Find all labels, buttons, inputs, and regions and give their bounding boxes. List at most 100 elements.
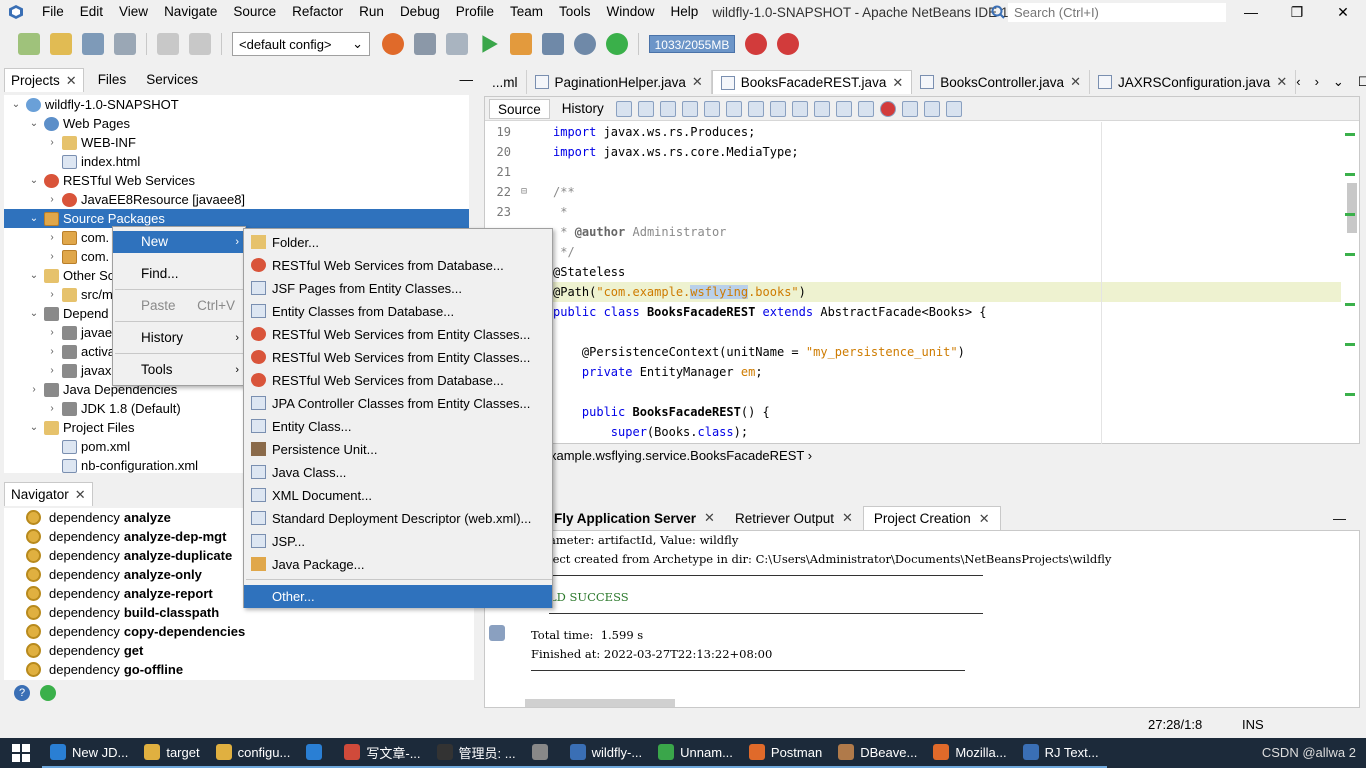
history-button[interactable]: History	[554, 99, 612, 119]
close-icon[interactable]: ✕	[75, 483, 86, 507]
close-icon[interactable]: ✕	[892, 75, 903, 91]
submenu-item[interactable]: JSF Pages from Entity Classes...	[244, 277, 552, 300]
collapsed-icon[interactable]: ›	[46, 285, 58, 304]
tab-wildfly-server[interactable]: Fly Application Server ✕	[544, 506, 725, 530]
save-all-icon[interactable]	[114, 33, 136, 55]
tree-item[interactable]: index.html	[4, 152, 469, 171]
expanded-icon[interactable]: ⌄	[28, 304, 40, 323]
taskbar-app[interactable]: 管理员: ...	[428, 738, 524, 768]
submenu-item[interactable]: Persistence Unit...	[244, 438, 552, 461]
menu-item-new[interactable]: New ›	[113, 231, 245, 253]
editor-tab[interactable]: JAXRSConfiguration.java ✕	[1090, 70, 1297, 94]
submenu-item[interactable]: RESTful Web Services from Database...	[244, 254, 552, 277]
close-icon[interactable]: ✕	[66, 69, 77, 93]
memory-indicator[interactable]: 1033/2055MB	[649, 35, 735, 53]
close-icon[interactable]: ✕	[842, 510, 853, 526]
collapsed-icon[interactable]: ›	[46, 361, 58, 380]
close-icon[interactable]: ✕	[1276, 74, 1287, 90]
expanded-icon[interactable]: ⌄	[28, 114, 40, 133]
close-icon[interactable]: ✕	[692, 74, 703, 90]
reload-icon[interactable]	[510, 33, 532, 55]
output-settings-icon[interactable]	[489, 625, 505, 641]
chevron-left-icon[interactable]: ‹	[1296, 74, 1300, 90]
maximize-icon[interactable]: ❐	[1274, 0, 1320, 24]
toggle-bookmark-icon[interactable]	[769, 100, 786, 117]
expanded-icon[interactable]: ⌄	[10, 95, 22, 114]
menu-window[interactable]: Window	[599, 0, 663, 24]
open-project-icon[interactable]	[82, 33, 104, 55]
collapsed-icon[interactable]: ›	[46, 133, 58, 152]
expanded-icon[interactable]: ⌄	[28, 266, 40, 285]
search-input[interactable]	[1008, 2, 1226, 22]
config-select[interactable]: <default config> ⌄	[232, 32, 370, 56]
submenu-item[interactable]: JPA Controller Classes from Entity Class…	[244, 392, 552, 415]
submenu-item[interactable]: Folder...	[244, 231, 552, 254]
menu-view[interactable]: View	[111, 0, 156, 24]
comment-icon[interactable]	[923, 100, 940, 117]
menu-item-find[interactable]: Find...	[113, 263, 245, 285]
menu-run[interactable]: Run	[351, 0, 392, 24]
collapsed-icon[interactable]: ›	[46, 342, 58, 361]
tab-project-creation[interactable]: Project Creation ✕	[862, 506, 1001, 530]
profiler-snapshot-icon[interactable]	[777, 33, 799, 55]
undo-icon[interactable]	[157, 33, 179, 55]
tab-retriever-output[interactable]: Retriever Output ✕	[725, 506, 863, 530]
menu-navigate[interactable]: Navigate	[156, 0, 225, 24]
code-area[interactable]: 19 import javax.ws.rs.Produces; 20 import …	[485, 122, 1341, 444]
find-icon[interactable]	[681, 100, 698, 117]
close-icon[interactable]: ✕	[1070, 74, 1081, 90]
tree-item[interactable]: ⌄ wildfly-1.0-SNAPSHOT	[4, 95, 469, 114]
stop-macro-icon[interactable]	[901, 100, 918, 117]
start-macro-icon[interactable]	[879, 100, 896, 117]
taskbar-app[interactable]	[523, 738, 562, 768]
submenu-item[interactable]: RESTful Web Services from Entity Classes…	[244, 323, 552, 346]
submenu-item[interactable]: Entity Classes from Database...	[244, 300, 552, 323]
close-icon[interactable]: ✕	[704, 510, 715, 526]
new-file-icon[interactable]	[18, 33, 40, 55]
tab-navigator[interactable]: Navigator ✕	[4, 482, 93, 506]
submenu-item[interactable]: Standard Deployment Descriptor (web.xml)…	[244, 507, 552, 530]
tab-files[interactable]: Files	[92, 68, 133, 92]
taskbar-app[interactable]: wildfly-...	[561, 738, 651, 768]
collapsed-icon[interactable]: ›	[28, 380, 40, 399]
chevron-down-icon[interactable]: ⌄	[1333, 74, 1344, 90]
tree-item[interactable]: ⌄ Web Pages	[4, 114, 469, 133]
submenu-item[interactable]: RESTful Web Services from Database...	[244, 369, 552, 392]
collapsed-icon[interactable]: ›	[46, 228, 58, 247]
editor-tab[interactable]: BooksController.java ✕	[912, 70, 1090, 94]
editor-tab[interactable]: ...ml	[484, 70, 527, 94]
run-icon[interactable]	[482, 35, 498, 53]
windows-start-icon[interactable]	[0, 738, 42, 768]
taskbar-app[interactable]: DBeave...	[830, 738, 926, 768]
submenu-item[interactable]: XML Document...	[244, 484, 552, 507]
fold-icon[interactable]: ⊟	[515, 182, 533, 202]
find-next-icon[interactable]	[725, 100, 742, 117]
taskbar-app[interactable]: Unnam...	[650, 738, 741, 768]
menu-debug[interactable]: Debug	[392, 0, 448, 24]
menu-file[interactable]: File	[34, 0, 72, 24]
browser-icon[interactable]	[382, 33, 404, 55]
submenu-item[interactable]: Java Class...	[244, 461, 552, 484]
expanded-icon[interactable]: ⌄	[28, 171, 40, 190]
gc-icon[interactable]	[745, 33, 767, 55]
editor-tab[interactable]: PaginationHelper.java ✕	[527, 70, 712, 94]
list-item[interactable]: dependency copy-dependencies	[4, 622, 474, 641]
next-bookmark-icon[interactable]	[813, 100, 830, 117]
chevron-right-icon[interactable]: ›	[1315, 74, 1319, 90]
menu-profile[interactable]: Profile	[448, 0, 502, 24]
taskbar-app[interactable]: New JD...	[42, 738, 137, 768]
close-icon[interactable]: ✕	[1320, 0, 1366, 24]
submenu-item[interactable]: Entity Class...	[244, 415, 552, 438]
submenu-item[interactable]: JSP...	[244, 530, 552, 553]
minimize-panel-icon[interactable]: —	[1333, 511, 1360, 530]
horizontal-scrollbar[interactable]	[525, 699, 675, 707]
breadcrumb-text[interactable]: xample.wsflying.service.BooksFacadeREST	[550, 448, 804, 463]
menu-refactor[interactable]: Refactor	[284, 0, 351, 24]
previous-bookmark-icon[interactable]	[791, 100, 808, 117]
close-icon[interactable]: ✕	[979, 511, 990, 527]
collapsed-icon[interactable]: ›	[46, 323, 58, 342]
menu-item-tools[interactable]: Tools ›	[113, 359, 245, 381]
collapsed-icon[interactable]: ›	[46, 190, 58, 209]
uncomment-icon[interactable]	[945, 100, 962, 117]
submenu-item[interactable]: RESTful Web Services from Entity Classes…	[244, 346, 552, 369]
